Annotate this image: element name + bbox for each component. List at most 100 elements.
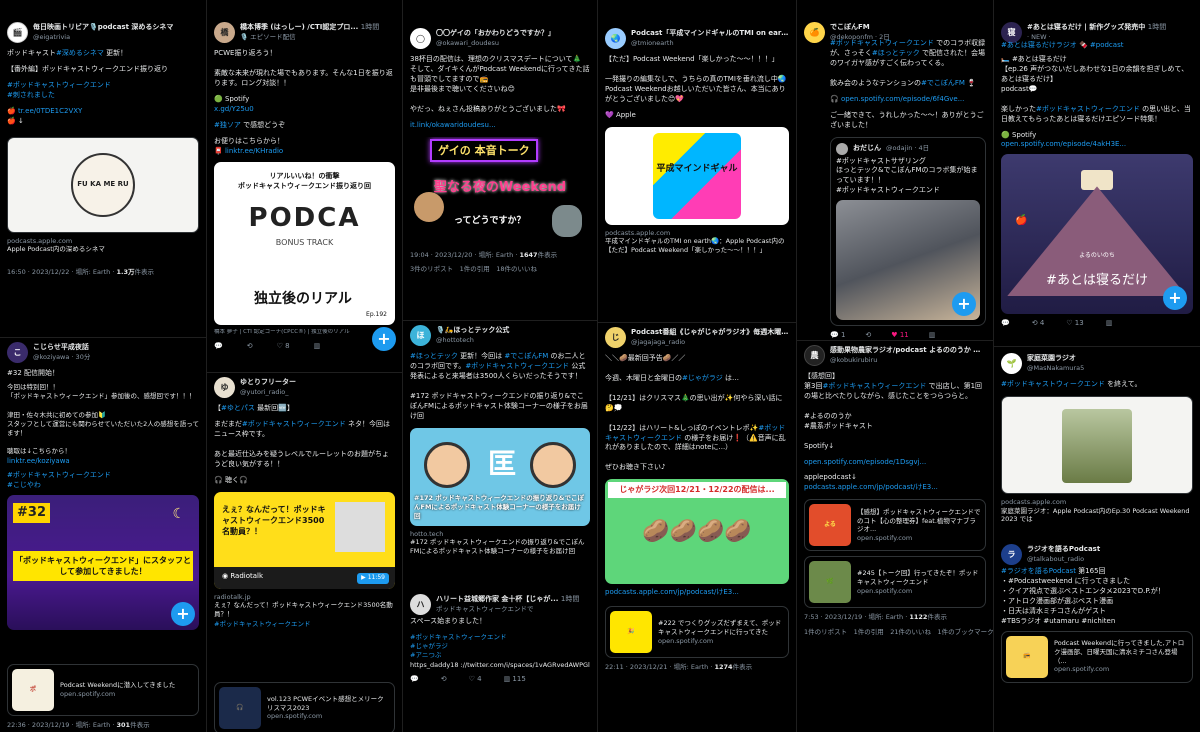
tweet-2[interactable]: こ こじらせ平成夜話 @koziyawa · 30分 #32 配信開始！ 今回は特… — [0, 337, 206, 634]
tweet-2[interactable]: 🌱 家庭菜園ラジオ @MasNakamura5 #ポッドキャストウィークエンド を… — [994, 346, 1200, 524]
avatar[interactable]: 橋 — [214, 22, 235, 43]
link-card-caption[interactable]: podcasts.apple.com 平成マインドギャルのTMI on earth… — [605, 229, 789, 255]
handle[interactable]: @okawari_doudesu — [436, 39, 590, 48]
tweet-1[interactable]: ◯ 〇〇ゲイの「おかわりどうですか？」 @okawari_doudesu 38杯目… — [403, 28, 597, 279]
avatar[interactable]: 農 — [804, 345, 825, 366]
episode-artwork[interactable]: #32 ☾ 「ポッドキャストウィークエンド」にスタッフとして参加してきました！ … — [7, 494, 199, 630]
views-icon[interactable]: ▥ — [1106, 319, 1113, 329]
tweet-link[interactable]: https_daddy18 ://twitter.com/i/spaces/1v… — [410, 661, 590, 670]
media-card[interactable]: FU KA ME RU — [7, 136, 199, 233]
display-name[interactable]: でこぽんFM — [830, 23, 986, 33]
views-icon[interactable]: ▥ 115 — [504, 675, 526, 685]
episode-image[interactable]: 匡 #172 ポッドキャストウィークエンドの振り返り&でこぽんFMによるポッドキ… — [410, 427, 590, 526]
avatar[interactable]: 🌱 — [1001, 353, 1022, 374]
podcast-artwork[interactable]: 平成マインドギャル — [605, 126, 789, 225]
display-name[interactable]: #あとは寝るだけ | 新作グッズ発売中 1時間 — [1027, 23, 1193, 33]
tweet-3[interactable]: ハ ハリート益城郷作家 金十杯【じゃが... 1時間 ポッドキャストウィークエンド… — [403, 594, 597, 685]
handle[interactable]: @talkabout_radio — [1027, 555, 1193, 564]
display-name[interactable]: 家庭菜園ラジオ — [1027, 354, 1193, 364]
link-card[interactable]: 🌿 #245【トーク回】行ってきたぞ！ポッドキャストウィークエンド open.sp… — [804, 556, 986, 609]
tweet-2[interactable]: ゆ ゆとりフリーター @yutori_radio_ 【#ゆとパス 最新回🆕】 まだ… — [207, 372, 402, 629]
quoted-tweet[interactable]: おだじん @odajin · 4日 #ポッドキャストサザリング ほっとテック&でこ… — [830, 136, 986, 327]
link-card[interactable]: 🎉 #222 でつくりグッズだずまえて、ポッドキャストウィークエンドに行ってきた… — [605, 606, 789, 659]
tweet-1[interactable]: 寝 #あとは寝るだけ | 新作グッズ発売中 1時間 · NEW · #あとは寝るだ… — [994, 22, 1200, 329]
tweet-1[interactable]: 🌏 Podcast「平成マインドギャルのTMI on earth... @tmio… — [598, 28, 796, 255]
podcast-artwork[interactable] — [1001, 395, 1193, 494]
display-name[interactable]: 毎日映画トリビア🎙️podcast 深めるシネマ — [33, 23, 199, 33]
tweet-link[interactable]: open.spotify.com/episode/1Dsgvj... — [804, 458, 986, 468]
link-card-caption[interactable]: podcasts.apple.com Apple Podcast内の深めるシネマ — [7, 237, 199, 255]
link-card[interactable]: よる 【感想】ポッドキャストウィークエンドでのコト【心の整理券】feat.植物マ… — [804, 499, 986, 552]
tweet-3[interactable]: ラ ラジオを語るPodcast @talkabout_radio #ラジオを語るP… — [994, 544, 1200, 688]
heart-icon[interactable]: ♡ 4 — [469, 675, 482, 685]
reply-icon[interactable]: 💬 — [214, 342, 223, 352]
hashtag-list[interactable]: #ポッドキャストウィークエンド #じゃがラジ #アニつぶ — [410, 633, 590, 661]
avatar[interactable]: 寝 — [1001, 22, 1022, 43]
tweet-2[interactable]: じ Podcast番組《じゃがじゃがラジオ》毎週木曜朝... @jagajaga_… — [598, 322, 796, 677]
avatar[interactable]: ハ — [410, 594, 431, 615]
tweet-1[interactable]: 🍊 でこぽんFM @dekoponfm · 2日 #ポッドキャストウィークエンド … — [797, 22, 993, 341]
avatar[interactable]: じ — [605, 327, 626, 348]
handle[interactable]: @MasNakamura5 — [1027, 364, 1193, 373]
handle[interactable]: @tmionearth — [631, 39, 789, 48]
tweet-link[interactable]: podcasts.apple.com/jp/podcast/けE3... — [605, 588, 789, 598]
display-name[interactable]: Podcast番組《じゃがじゃがラジオ》毎週木曜朝... — [631, 328, 789, 338]
quoted-name[interactable]: おだじん — [853, 144, 881, 154]
link-card[interactable]: 🎧 vol.123 PCWEイベント感想とメリークリスマス2023 open.sp… — [214, 682, 395, 732]
tweet-3[interactable]: ポ Podcast Weekendに潜入してきました open.spotify.c… — [0, 664, 206, 732]
avatar[interactable]: 🎬 — [7, 22, 28, 43]
avatar[interactable]: 🌏 — [605, 28, 626, 49]
avatar[interactable]: 🍊 — [804, 22, 825, 43]
avatar[interactable]: ゆ — [214, 377, 235, 398]
tweet-3[interactable]: 🎧 vol.123 PCWEイベント感想とメリークリスマス2023 open.sp… — [207, 682, 402, 732]
link-card[interactable]: ポ Podcast Weekendに潜入してきました open.spotify.c… — [7, 664, 199, 716]
tweet-1[interactable]: 🎬 毎日映画トリビア🎙️podcast 深めるシネマ @eigatrivia ポッ… — [0, 22, 206, 282]
display-name[interactable]: ハリート益城郷作家 金十杯【じゃが... 1時間 — [436, 595, 590, 605]
tweet-link[interactable]: open.spotify.com/episode/4akH3E... — [1001, 140, 1193, 150]
display-name[interactable]: こじらせ平成夜話 — [33, 343, 199, 353]
tweet-link[interactable]: podcasts.apple.com/jp/podcast/けE3... — [804, 483, 986, 493]
link-card[interactable]: 📻 Podcast Weekendに行ってきました,アトロク漫画部、日曜天国に清… — [1001, 630, 1193, 683]
display-name[interactable]: ラジオを語るPodcast — [1027, 545, 1193, 555]
tweet-1[interactable]: 橋 橋本博季 (はっしー) /CTI認定プロ... 1時間 🎙️ エピソード配信 … — [207, 22, 402, 352]
heart-icon[interactable]: ♡ 13 — [1066, 319, 1083, 329]
episode-image[interactable]: リアルいいね！の衝撃 ポッドキャストウィークエンド振り返り回 PODCA BON… — [214, 162, 395, 326]
tweet-2[interactable]: 農 感動果物農家ラジオ/podcast よるののうか 山... @kobukiru… — [797, 340, 993, 642]
tweet-link[interactable]: x.gd/Y25u0 — [214, 105, 395, 115]
reply-icon[interactable]: 💬 — [1001, 319, 1010, 329]
tweet-link[interactable]: it.link/okawaridoudesu... — [410, 121, 590, 131]
episode-banner[interactable]: じゃがラジ次回12/21・12/22の配信は... 🥔🥔🥔🥔 — [605, 479, 789, 585]
display-name[interactable]: Podcast「平成マインドギャルのTMI on earth... — [631, 29, 789, 39]
avatar[interactable]: ◯ — [410, 28, 431, 49]
display-name[interactable]: 感動果物農家ラジオ/podcast よるののうか 山... — [830, 346, 986, 356]
retweet-icon[interactable]: ⟲ — [441, 675, 447, 685]
hashtag-list[interactable]: #ポッドキャストウィークエンド #こじやわ — [7, 471, 199, 491]
episode-artwork[interactable]: ゲイの 本音トーク 聖なる夜のWeekend ってどうですか？ — [410, 136, 590, 247]
link-card-caption[interactable]: radiotalk.jp えぇ？なんだって！ポッドキャストウィークエンド3500名… — [214, 593, 395, 619]
handle[interactable]: @jagajaga_radio — [631, 338, 789, 347]
tweet-link[interactable]: 📮 linktr.ee/KHradio — [214, 147, 395, 157]
hashtag-link[interactable]: #深めるシネマ — [56, 49, 104, 57]
link-card-caption[interactable]: podcasts.apple.com 家庭菜園ラジオ：Apple Podcast内… — [1001, 498, 1193, 524]
avatar[interactable] — [836, 142, 848, 155]
handle[interactable]: @hottotech — [436, 336, 590, 345]
add-icon[interactable]: + — [372, 327, 396, 351]
tweet-link[interactable]: 🍎 tr.ee/0TDE1C2VXY — [7, 107, 199, 117]
link-card-caption[interactable]: hotto.tech #172 ポッドキャストウィークエンドの振り返り&でこぽんF… — [410, 530, 590, 556]
radiotalk-card[interactable]: えぇ？なんだって！ポッドキャストウィークエンド3500名動員？！ ◉ Radio… — [214, 491, 395, 589]
retweet-icon[interactable]: ⟲ — [247, 342, 253, 352]
tweet-link[interactable]: linktr.ee/koziyawa — [7, 457, 199, 467]
avatar[interactable]: こ — [7, 342, 28, 363]
hashtag-link[interactable]: #ポッドキャストウィークエンド — [214, 620, 395, 629]
handle[interactable]: @koziyawa · 30分 — [33, 353, 199, 362]
heart-icon[interactable]: ♡ 8 — [277, 342, 290, 352]
tweet-link[interactable]: 🎧 open.spotify.com/episode/6f4Gve... — [804, 95, 986, 105]
tweet-2[interactable]: ほ 🎙️🛵ほっとテック公式 @hottotech #ほっとテック 更新！今回は #… — [403, 320, 597, 556]
handle[interactable]: @yutori_radio_ — [240, 388, 395, 397]
avatar[interactable]: ラ — [1001, 544, 1022, 565]
add-icon[interactable]: + — [171, 601, 195, 626]
display-name[interactable]: 🎙️🛵ほっとテック公式 — [436, 326, 590, 336]
views-icon[interactable]: ▥ — [314, 342, 321, 352]
display-name[interactable]: ゆとりフリーター — [240, 378, 395, 388]
add-icon[interactable]: + — [1163, 286, 1187, 311]
